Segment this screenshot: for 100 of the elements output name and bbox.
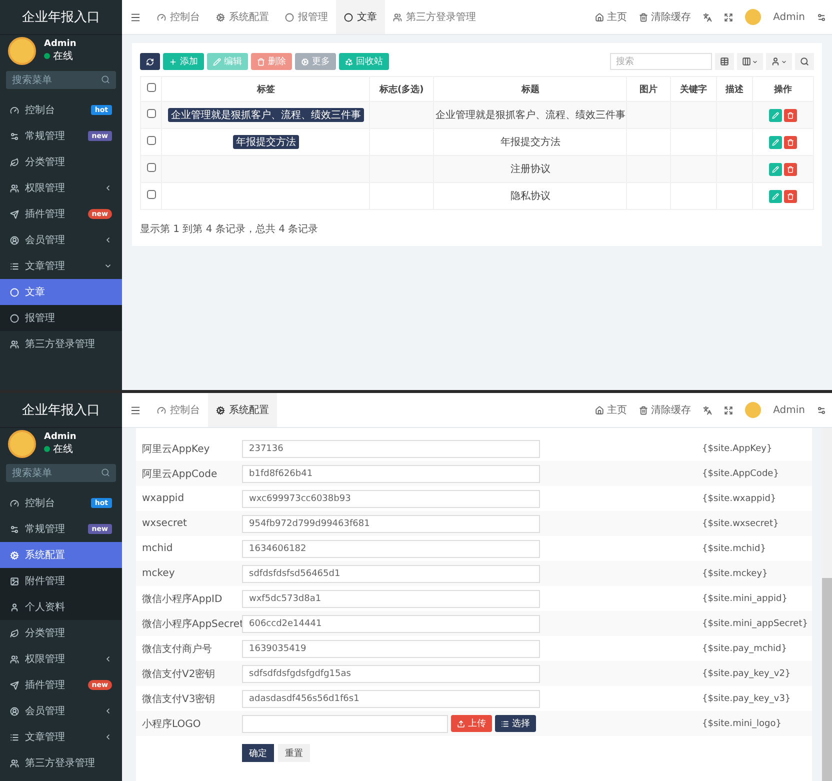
submit-button[interactable]: 确定 (242, 744, 274, 762)
sidebar-item[interactable]: 第三方登录管理 (0, 331, 122, 357)
variable-name: {$site.mchid} (702, 544, 767, 554)
header-link[interactable]: 主页 (595, 403, 628, 417)
header-link[interactable]: 主页 (595, 10, 628, 24)
delete-button[interactable] (784, 108, 798, 122)
list-icon (10, 262, 19, 270)
menu-search-field[interactable]: 搜索菜单 (6, 71, 116, 89)
sidebar-item[interactable]: 分类管理 (0, 620, 122, 646)
select-all-checkbox[interactable] (146, 83, 156, 92)
fullscreen-button[interactable] (724, 12, 734, 22)
pencil-icon (772, 166, 780, 172)
sidebar-subitem[interactable]: 文章 (0, 279, 122, 305)
input-field[interactable]: adasdasdf456s56d1f6s1 (242, 690, 540, 708)
users-icon (10, 758, 19, 768)
field-label: 微信小程序AppID (142, 592, 224, 606)
scrollbar[interactable] (822, 428, 832, 781)
field-label: 微信支付V2密钥 (142, 668, 216, 680)
gear-icon (301, 58, 309, 66)
delete-button[interactable] (784, 136, 798, 148)
row-checkbox[interactable] (146, 136, 156, 145)
plus-icon (169, 58, 177, 66)
field-label: 阿里云AppKey (142, 442, 211, 456)
table-view-button[interactable] (715, 53, 734, 70)
paper-plane-icon (10, 210, 19, 218)
nav-tab[interactable]: 系统配置 (208, 393, 277, 427)
fullscreen-button[interactable] (724, 406, 734, 414)
delete-button[interactable] (784, 190, 798, 202)
pagination-info: 显示第 1 到第 4 条记录，总共 4 条记录 (140, 222, 320, 236)
edit-button[interactable] (769, 136, 782, 148)
variable-name: {$site.mckey} (702, 568, 769, 578)
trash-icon (787, 138, 794, 146)
sidebar-subitem[interactable]: 系统配置 (0, 542, 122, 568)
pencil-icon (772, 112, 780, 118)
edit-button[interactable] (769, 162, 782, 176)
input-field[interactable]: sdfdsfdsfsd56465d1 (242, 564, 540, 582)
sidebar-item[interactable]: 权限管理 (0, 175, 122, 201)
header-user-name[interactable]: Admin (773, 12, 805, 22)
row-checkbox[interactable] (146, 109, 156, 118)
home-icon (595, 12, 604, 22)
sidebar-item[interactable]: 会员管理 (0, 227, 122, 253)
settings-icon (817, 406, 826, 414)
pencil-icon (213, 58, 221, 66)
sidebar-item[interactable]: 分类管理 (0, 149, 122, 175)
export-button[interactable] (766, 53, 792, 70)
menu-search-field[interactable]: 搜索菜单 (6, 464, 116, 482)
sidebar-subitem[interactable]: 个人资料 (0, 594, 122, 620)
reset-button[interactable]: 重置 (278, 744, 310, 762)
variable-name: {$site.wxsecret} (702, 518, 780, 528)
sidebar-item[interactable]: 文章管理 (0, 724, 122, 750)
sidebar-item[interactable]: 权限管理 (0, 646, 122, 672)
upload-button[interactable]: 上传 (451, 715, 492, 732)
user-status: 在线 (44, 442, 76, 456)
input-field[interactable] (242, 714, 448, 732)
circle-icon (285, 12, 294, 22)
input-field[interactable]: 606ccd2e14441 (242, 614, 540, 632)
user-icon (771, 57, 780, 66)
input-field[interactable]: b1fd8f626b41 (242, 464, 540, 482)
sidebar-subitem[interactable]: 报管理 (0, 305, 122, 331)
variable-name: {$site.wxappid} (702, 494, 778, 504)
trash-icon (257, 58, 265, 66)
header-link[interactable]: 清除缓存 (639, 10, 692, 24)
translate-icon (703, 406, 712, 414)
columns-button[interactable] (737, 53, 763, 70)
sidebar-item[interactable]: 会员管理 (0, 698, 122, 724)
input-field[interactable]: wxf5dc573d8a1 (242, 590, 540, 608)
input-field[interactable]: 237136 (242, 440, 540, 458)
input-field[interactable]: 1634606182 (242, 540, 540, 558)
users-icon (10, 340, 19, 348)
nav-tab[interactable]: 文章 (336, 0, 385, 34)
settings-button[interactable] (817, 406, 826, 414)
variable-name: {$site.mini_appSecret} (702, 618, 809, 628)
input-field[interactable]: 1639035419 (242, 640, 540, 658)
sidebar-subitem[interactable]: 附件管理 (0, 568, 122, 594)
search-field[interactable]: 搜索 (610, 53, 712, 70)
header-user-name[interactable]: Admin (773, 404, 805, 416)
row-checkbox[interactable] (146, 163, 156, 172)
refresh-button[interactable] (140, 53, 160, 70)
sidebar-item[interactable]: 第三方登录管理 (0, 750, 122, 776)
variable-name: {$site.pay_key_v2} (702, 668, 792, 678)
caret-icon (781, 58, 787, 64)
choose-button[interactable]: 选择 (495, 715, 536, 732)
translate-button[interactable] (703, 406, 712, 414)
gauge-icon (10, 498, 19, 508)
tag-label: 企业管理就是狠抓客户、流程、绩效三件事 (168, 108, 364, 122)
header-link[interactable]: 清除缓存 (639, 403, 692, 417)
field-label: mckey (142, 568, 176, 579)
row-checkbox[interactable] (146, 190, 156, 199)
table-icon (720, 57, 729, 66)
sidebar-item[interactable]: 文章管理 (0, 253, 122, 279)
input-field[interactable]: 954fb972d799d99463f681 (242, 514, 540, 532)
settings-button[interactable] (817, 12, 826, 22)
variable-name: {$site.AppCode} (702, 468, 780, 478)
search-button[interactable] (795, 53, 814, 70)
translate-button[interactable] (703, 12, 712, 22)
delete-button[interactable] (784, 162, 798, 176)
edit-button[interactable] (769, 190, 782, 202)
input-field[interactable]: sdfsdfdsfgdsfgdfg15as (242, 664, 540, 682)
input-field[interactable]: wxc699973cc6038b93 (242, 490, 540, 508)
edit-button[interactable] (769, 108, 782, 122)
